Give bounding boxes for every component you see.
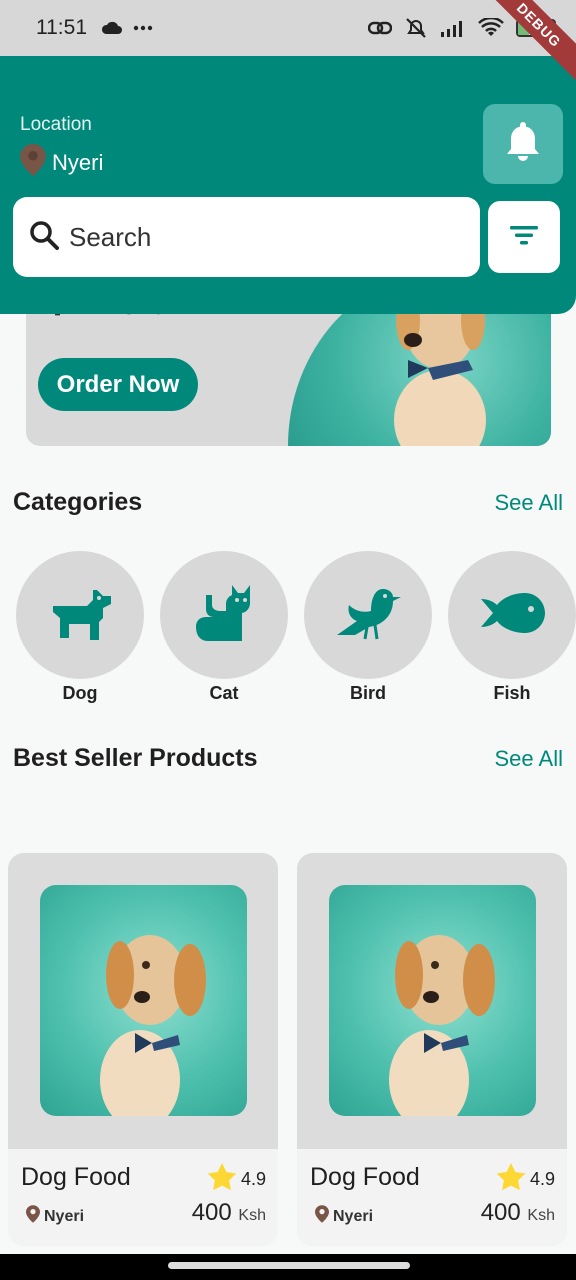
category-bird-circle [304,551,432,679]
link-icon [368,19,392,37]
product-price: 400 Ksh [481,1199,555,1227]
product-image-area [8,853,278,1149]
category-fish-circle [448,551,576,679]
app-header: Location Nyeri Search [0,56,576,314]
filter-button[interactable] [488,201,560,273]
category-bird[interactable]: Bird [304,551,432,704]
best-sellers-title: Best Seller Products [13,744,258,772]
category-bird-label: Bird [350,683,386,703]
bird-icon [335,585,401,646]
product-image [40,885,247,1116]
order-now-button[interactable]: Order Now [38,358,198,411]
categories-title: Categories [13,488,143,516]
cloud-icon [101,21,123,35]
star-icon [207,1163,237,1196]
bell-icon [506,121,540,167]
search-icon [29,220,59,255]
product-price: 400 Ksh [192,1199,266,1227]
location-selector[interactable]: Nyeri [20,144,103,181]
product-location-name: Nyeri [44,1207,85,1225]
category-cat-label: Cat [209,683,239,703]
category-dog-circle [16,551,144,679]
product-rating: 4.9 [496,1163,555,1196]
product-rating: 4.9 [207,1163,266,1196]
product-info: Dog Food 4.9 Nyeri 400 Ksh [8,1149,278,1246]
wifi-icon [478,18,504,38]
product-image [329,885,536,1116]
product-rating-value: 4.9 [240,1169,266,1189]
status-time: 11:51 [36,16,87,39]
signal-icon [440,19,466,37]
category-dog[interactable]: Dog [16,551,144,704]
dog-icon [47,584,113,647]
location-pin-icon [26,1205,40,1228]
status-bar: 11:51 15 [0,0,576,56]
product-location: Nyeri [26,1205,84,1228]
category-dog-label: Dog [62,683,98,703]
product-price-value: 400 [191,1199,232,1226]
location-pin-icon [315,1205,329,1228]
product-location: Nyeri [315,1205,373,1228]
product-rating-value: 4.9 [529,1169,555,1189]
system-navigation-bar [0,1254,576,1280]
more-dots-icon [133,25,153,31]
location-label: Location [20,114,92,135]
product-currency: Ksh [527,1207,555,1224]
location-name: Nyeri [52,149,104,175]
categories-see-all-link[interactable]: See All [495,490,564,516]
product-info: Dog Food 4.9 Nyeri 400 Ksh [297,1149,567,1246]
cat-icon [194,583,254,648]
home-gesture-handle[interactable] [168,1262,410,1269]
product-name: Dog Food [310,1163,420,1191]
search-input[interactable]: Search [13,197,480,277]
product-card[interactable]: Dog Food 4.9 Nyeri 400 Ksh [8,853,278,1246]
category-fish-label: Fish [493,683,531,703]
best-sellers-see-all-link[interactable]: See All [495,746,564,772]
category-fish[interactable]: Fish [448,551,576,704]
product-currency: Ksh [238,1207,266,1224]
category-cat-circle [160,551,288,679]
star-icon [496,1163,526,1196]
filter-icon [509,224,539,251]
product-location-name: Nyeri [333,1207,374,1225]
fish-icon [479,592,545,638]
product-card[interactable]: Dog Food 4.9 Nyeri 400 Ksh [297,853,567,1246]
location-pin-icon [20,144,46,181]
product-name: Dog Food [21,1163,131,1191]
product-price-value: 400 [480,1199,521,1226]
product-image-area [297,853,567,1149]
category-cat[interactable]: Cat [160,551,288,704]
mute-icon [404,17,428,39]
search-placeholder: Search [69,221,152,252]
notifications-button[interactable] [483,104,563,184]
